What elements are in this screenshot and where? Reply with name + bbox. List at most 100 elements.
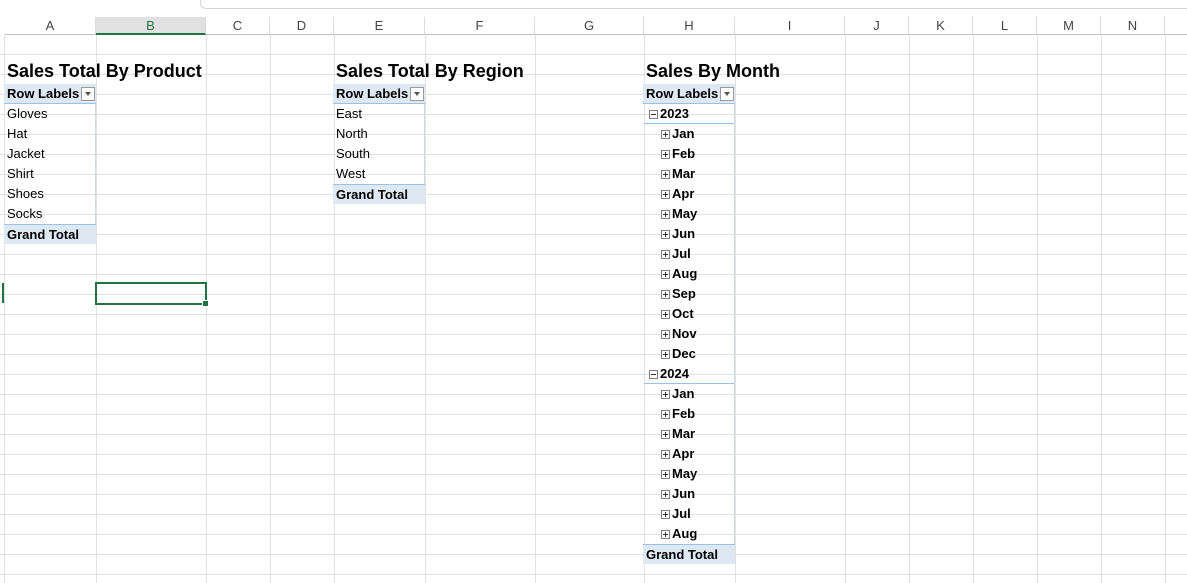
month-label: Jan — [672, 386, 695, 401]
month-label: Jul — [672, 506, 691, 521]
column-header-f[interactable]: F — [425, 17, 535, 35]
column-header-c[interactable]: C — [206, 17, 270, 35]
pivot-month-row[interactable]: Feb — [658, 404, 735, 424]
pivot-month-row[interactable]: Apr — [658, 184, 735, 204]
column-header-overflow — [1165, 17, 1187, 35]
pivot-region-item[interactable]: East — [333, 104, 425, 124]
minus-box-icon[interactable] — [649, 370, 658, 379]
pivot-product-item[interactable]: Socks — [4, 204, 96, 224]
column-gridline — [96, 35, 97, 583]
pivot-month-year-row[interactable]: 2024 — [646, 364, 735, 384]
active-cell-b13[interactable] — [95, 282, 209, 307]
plus-box-icon[interactable] — [661, 290, 670, 299]
pivot-month-row[interactable]: Sep — [658, 284, 735, 304]
plus-box-icon[interactable] — [661, 430, 670, 439]
worksheet-grid[interactable]: A B C D E F G H I J K L M N Sales Total … — [0, 0, 1187, 583]
plus-box-icon[interactable] — [661, 510, 670, 519]
plus-box-icon[interactable] — [661, 210, 670, 219]
plus-bar-v — [665, 252, 666, 257]
month-label: Jun — [672, 486, 696, 501]
column-header-m[interactable]: M — [1037, 17, 1101, 35]
plus-box-icon[interactable] — [661, 150, 670, 159]
plus-bar-v — [665, 452, 666, 457]
row-gridline — [0, 134, 1187, 135]
plus-box-icon[interactable] — [661, 310, 670, 319]
column-header-j[interactable]: J — [845, 17, 909, 35]
pivot-month-edge — [734, 104, 735, 544]
plus-box-icon[interactable] — [661, 170, 670, 179]
pivot-month-grand-total[interactable]: Grand Total — [643, 544, 735, 564]
column-header-i[interactable]: I — [735, 17, 845, 35]
pivot-month-row[interactable]: Jun — [658, 484, 735, 504]
pivot-month-row[interactable]: Aug — [658, 524, 735, 544]
pivot-month-row[interactable]: Dec — [658, 344, 735, 364]
pivot-month-title[interactable]: Sales By Month — [643, 60, 843, 82]
plus-box-icon[interactable] — [661, 470, 670, 479]
pivot-month-row[interactable]: Aug — [658, 264, 735, 284]
column-gridline — [909, 35, 910, 583]
row-gridline — [0, 434, 1187, 435]
pivot-region-title[interactable]: Sales Total By Region — [333, 60, 533, 82]
pivot-product-item[interactable]: Shoes — [4, 184, 96, 204]
pivot-month-row[interactable]: Apr — [658, 444, 735, 464]
pivot-month-row[interactable]: Jan — [658, 384, 735, 404]
column-gridline — [1101, 35, 1102, 583]
pivot-month-row[interactable]: Nov — [658, 324, 735, 344]
month-label: Jun — [672, 226, 696, 241]
pivot-region-item[interactable]: South — [333, 144, 425, 164]
pivot-month-year-row[interactable]: 2023 — [646, 104, 735, 124]
month-label: Dec — [672, 346, 696, 361]
plus-box-icon[interactable] — [661, 250, 670, 259]
plus-box-icon[interactable] — [661, 130, 670, 139]
plus-box-icon[interactable] — [661, 270, 670, 279]
pivot-month-row[interactable]: Jul — [658, 504, 735, 524]
pivot-product-item[interactable]: Shirt — [4, 164, 96, 184]
pivot-region-item[interactable]: West — [333, 164, 425, 184]
minus-bar — [651, 374, 656, 375]
pivot-product-grand-total[interactable]: Grand Total — [4, 224, 96, 244]
pivot-product-title[interactable]: Sales Total By Product — [4, 60, 204, 82]
minus-box-icon[interactable] — [649, 110, 658, 119]
row-gridline — [0, 254, 1187, 255]
dropdown-filter-icon[interactable] — [720, 87, 734, 101]
column-header-e[interactable]: E — [334, 17, 425, 35]
pivot-month-row[interactable]: May — [658, 204, 735, 224]
plus-box-icon[interactable] — [661, 190, 670, 199]
plus-box-icon[interactable] — [661, 490, 670, 499]
pivot-region-grand-total[interactable]: Grand Total — [333, 184, 425, 204]
plus-box-icon[interactable] — [661, 350, 670, 359]
pivot-product-item[interactable]: Jacket — [4, 144, 96, 164]
pivot-month-row[interactable]: Jun — [658, 224, 735, 244]
plus-box-icon[interactable] — [661, 330, 670, 339]
minus-bar — [651, 114, 656, 115]
pivot-region-edge — [424, 104, 425, 184]
column-header-n[interactable]: N — [1101, 17, 1165, 35]
dropdown-filter-icon[interactable] — [81, 87, 95, 101]
pivot-month-row[interactable]: Jan — [658, 124, 735, 144]
dropdown-filter-icon[interactable] — [410, 87, 424, 101]
month-label: Aug — [672, 266, 698, 281]
column-header-b[interactable]: B — [96, 17, 206, 35]
plus-box-icon[interactable] — [661, 410, 670, 419]
plus-box-icon[interactable] — [661, 450, 670, 459]
column-header-l[interactable]: L — [973, 17, 1037, 35]
pivot-region-item[interactable]: North — [333, 124, 425, 144]
pivot-product-item[interactable]: Hat — [4, 124, 96, 144]
column-header-d[interactable]: D — [270, 17, 334, 35]
plus-box-icon[interactable] — [661, 530, 670, 539]
pivot-month-row[interactable]: May — [658, 464, 735, 484]
plus-box-icon[interactable] — [661, 230, 670, 239]
column-header-k[interactable]: K — [909, 17, 973, 35]
month-label: May — [672, 466, 698, 481]
plus-box-icon[interactable] — [661, 390, 670, 399]
column-header-h[interactable]: H — [644, 17, 735, 35]
column-header-a[interactable]: A — [5, 17, 96, 35]
pivot-month-row[interactable]: Feb — [658, 144, 735, 164]
column-header-g[interactable]: G — [535, 17, 644, 35]
pivot-month-row[interactable]: Jul — [658, 244, 735, 264]
pivot-month-row[interactable]: Mar — [658, 424, 735, 444]
pivot-product-item[interactable]: Gloves — [4, 104, 96, 124]
fill-handle[interactable] — [202, 300, 209, 307]
pivot-month-row[interactable]: Mar — [658, 164, 735, 184]
pivot-month-row[interactable]: Oct — [658, 304, 735, 324]
